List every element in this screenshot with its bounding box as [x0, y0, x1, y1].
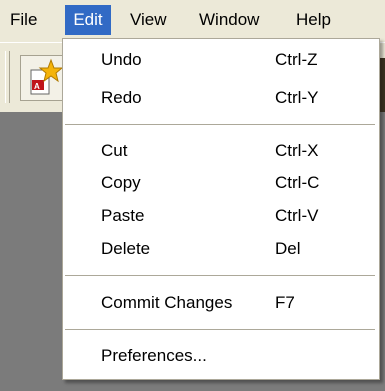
- menu-item-shortcut: F7: [275, 293, 295, 312]
- menu-item-cut[interactable]: Cut Ctrl-X: [63, 136, 379, 166]
- menu-item-shortcut: Ctrl-Y: [275, 88, 319, 107]
- toolbar-button[interactable]: A: [20, 55, 66, 101]
- menu-item-shortcut: Del: [275, 239, 301, 258]
- menu-item-redo[interactable]: Redo Ctrl-Y: [63, 83, 379, 113]
- edit-menu-dropdown: Undo Ctrl-Z Redo Ctrl-Y Cut Ctrl-X Copy …: [62, 38, 380, 380]
- menu-edit[interactable]: Edit: [65, 5, 111, 35]
- menu-item-copy[interactable]: Copy Ctrl-C: [63, 168, 379, 198]
- menu-item-label: Redo: [101, 88, 142, 107]
- menu-item-label: Undo: [101, 50, 142, 69]
- menu-window[interactable]: Window: [192, 5, 266, 35]
- menu-item-label: Commit Changes: [101, 293, 233, 312]
- menu-separator: [65, 275, 375, 276]
- menu-item-commit-changes[interactable]: Commit Changes F7: [63, 288, 379, 318]
- menu-help[interactable]: Help: [289, 5, 338, 35]
- svg-text:A: A: [34, 82, 40, 91]
- menu-item-label: Delete: [101, 239, 151, 258]
- menu-separator: [65, 329, 375, 330]
- menu-file[interactable]: File: [3, 5, 44, 35]
- menu-separator: [65, 124, 375, 125]
- menu-item-shortcut: Ctrl-Z: [275, 50, 318, 69]
- menu-item-delete[interactable]: Delete Del: [63, 234, 379, 264]
- star-document-icon: A: [30, 58, 64, 95]
- menu-item-label: Copy: [101, 173, 141, 192]
- menu-item-preferences[interactable]: Preferences...: [63, 341, 379, 371]
- menu-bar: File Edit View Window Help: [0, 0, 385, 42]
- menu-item-paste[interactable]: Paste Ctrl-V: [63, 201, 379, 231]
- menu-item-shortcut: Ctrl-X: [275, 141, 319, 160]
- menu-item-shortcut: Ctrl-V: [275, 206, 319, 225]
- application-window: File Edit View Window Help A Undo Ctrl-Z…: [0, 0, 385, 391]
- menu-item-shortcut: Ctrl-C: [275, 173, 320, 192]
- menu-item-label: Paste: [101, 206, 145, 225]
- menu-view[interactable]: View: [123, 5, 174, 35]
- menu-item-label: Preferences...: [101, 346, 207, 365]
- menu-item-label: Cut: [101, 141, 128, 160]
- menu-item-undo[interactable]: Undo Ctrl-Z: [63, 45, 379, 75]
- toolbar-grip[interactable]: [5, 51, 10, 103]
